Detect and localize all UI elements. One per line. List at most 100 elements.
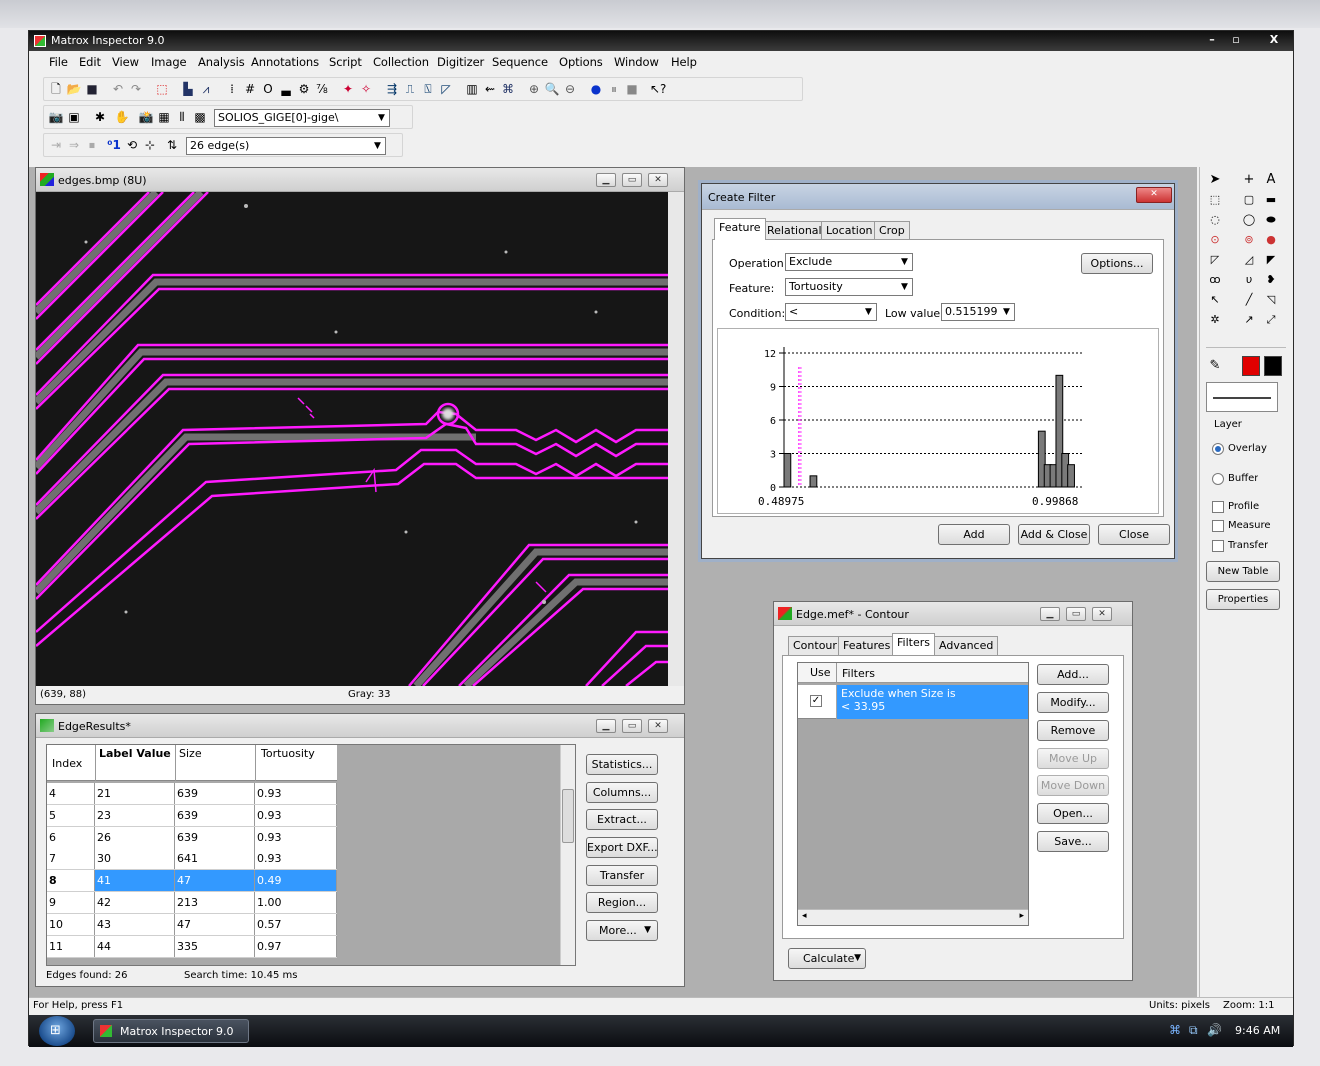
halt-icon[interactable]: ✋ [114, 110, 130, 125]
profile-icon[interactable]: ⩘ [198, 82, 214, 97]
more-button[interactable]: More... ▼ [586, 920, 658, 941]
freehand-select-icon[interactable]: ꝏ [1206, 271, 1224, 289]
export-dxf-button[interactable]: Export DXF... [586, 837, 658, 858]
table-row[interactable]: 4 21 639 0.93 [47, 783, 337, 805]
redo-icon[interactable]: ↷ [128, 82, 144, 97]
polyline-icon[interactable]: ◹ [1262, 291, 1280, 309]
scroll-right-icon[interactable]: ▸ [1019, 911, 1024, 921]
overlay-radio[interactable] [1212, 443, 1224, 455]
calibrate-icon[interactable]: ✧ [358, 82, 374, 97]
operation-select[interactable]: Exclude ▼ [785, 253, 913, 271]
line-icon[interactable]: ╱ [1240, 291, 1258, 309]
metrology-icon[interactable]: ⍂ [420, 82, 436, 97]
model-icon[interactable]: ⌘ [500, 82, 516, 97]
add-filter-button[interactable]: Add... [1037, 664, 1109, 685]
point-icon[interactable]: ✦ [340, 82, 356, 97]
extract-button[interactable]: Extract... [586, 809, 658, 830]
table-row[interactable]: 6 26 639 0.93 [47, 826, 337, 849]
table-row[interactable]: 11 44 335 0.97 [47, 935, 337, 958]
new-table-button[interactable]: New Table [1206, 561, 1280, 582]
menu-view[interactable]: View [112, 55, 139, 69]
filter-use-checkbox[interactable]: ✓ [810, 695, 822, 707]
col-filters[interactable]: Filters [840, 667, 875, 680]
menu-digitizer[interactable]: Digitizer [437, 55, 484, 69]
col-label-value[interactable]: Label Value [97, 747, 177, 760]
tab-advanced[interactable]: Advanced [934, 636, 999, 655]
edge-step-icon[interactable]: ⊹ [142, 138, 158, 153]
save-icon[interactable]: ■ [84, 82, 100, 97]
open-button[interactable]: Open... [1037, 803, 1109, 824]
ocr-icon[interactable]: ⅞ [314, 82, 330, 97]
new-file-icon[interactable]: 🗋 [48, 82, 64, 97]
connection-icon[interactable]: ⧉ [1189, 1023, 1198, 1038]
dialog-close-button[interactable]: Close [1098, 524, 1170, 545]
maximize-button[interactable]: ▭ [1066, 607, 1086, 621]
pause-icon[interactable]: ⏸ [606, 82, 622, 97]
crosshair-icon[interactable]: + [1240, 171, 1258, 189]
fixture-icon[interactable]: ◸ [438, 82, 454, 97]
tab-crop[interactable]: Crop [874, 221, 910, 240]
menu-edit[interactable]: Edit [79, 55, 101, 69]
point-icon[interactable]: ✲ [1206, 311, 1224, 329]
col-index[interactable]: Index [50, 757, 82, 770]
menu-sequence[interactable]: Sequence [492, 55, 548, 69]
ellipse-icon[interactable]: ◯ [1240, 211, 1258, 229]
pattern-icon[interactable]: ⚙ [296, 82, 312, 97]
grab-continuous-icon[interactable]: ✱ [92, 110, 108, 125]
scrollbar-thumb[interactable] [562, 789, 574, 843]
volume-icon[interactable]: 🔊 [1207, 1023, 1222, 1037]
step-next-icon[interactable]: ⇒ [66, 138, 82, 153]
background-color-swatch[interactable] [1264, 356, 1282, 376]
sort-icon[interactable]: ⇅ [164, 138, 180, 153]
menu-window[interactable]: Window [614, 55, 659, 69]
rect-select-icon[interactable]: ⬚ [1206, 191, 1224, 209]
profile-checkbox[interactable] [1212, 501, 1224, 513]
barcode-icon[interactable]: ▥ [464, 82, 480, 97]
digitizer-settings-icon[interactable]: ▩ [192, 110, 208, 125]
grid-icon[interactable]: # [242, 82, 258, 97]
threshold-icon[interactable]: ⁞ [224, 82, 240, 97]
statistics-button[interactable]: Statistics... [586, 754, 658, 775]
maximize-button[interactable]: ▭ [622, 719, 642, 733]
open-folder-icon[interactable]: 📂 [66, 82, 82, 97]
col-tortuosity[interactable]: Tortuosity [259, 747, 315, 760]
foreground-color-swatch[interactable] [1242, 356, 1260, 376]
low-value-select[interactable]: 0.515199 ▼ [941, 303, 1015, 321]
image-canvas[interactable] [36, 192, 668, 686]
pointer-icon[interactable]: ➤ [1206, 171, 1224, 189]
add-close-button[interactable]: Add & Close [1018, 524, 1090, 545]
undo-icon[interactable]: ↶ [110, 82, 126, 97]
close-button[interactable]: ✕ [1092, 607, 1112, 621]
menu-analysis[interactable]: Analysis [198, 55, 245, 69]
menu-script[interactable]: Script [329, 55, 362, 69]
start-button[interactable]: ⊞ [39, 1016, 75, 1046]
ellipse-filled-icon[interactable]: ⬬ [1262, 211, 1280, 229]
camera-icon[interactable]: 📷 [48, 110, 64, 125]
remove-button[interactable]: Remove [1037, 720, 1109, 741]
select-rect-icon[interactable]: ⬚ [154, 82, 170, 97]
snap-icon[interactable]: 📸 [138, 110, 154, 125]
restore-button[interactable]: ▫ [1225, 33, 1247, 48]
zoom-icon[interactable]: 🔍 [544, 82, 560, 97]
string-icon[interactable]: ⇜ [482, 82, 498, 97]
circle-select-icon[interactable]: ⊙ [1206, 231, 1224, 249]
menu-options[interactable]: Options [559, 55, 603, 69]
adjust-icon[interactable]: ⫴ [174, 110, 190, 125]
circle-filled-icon[interactable]: ● [1262, 231, 1280, 249]
sequence-grab-icon[interactable]: ▦ [156, 110, 172, 125]
calculate-button[interactable]: Calculate ▼ [788, 948, 866, 969]
table-row[interactable]: 5 23 639 0.93 [47, 804, 337, 827]
step-stop-icon[interactable]: ⏹ [84, 138, 100, 153]
properties-button[interactable]: Properties [1206, 589, 1280, 610]
freehand-icon[interactable]: υ [1240, 271, 1258, 289]
condition-select[interactable]: < ▼ [785, 303, 877, 321]
table-row[interactable]: 10 43 47 0.57 [47, 913, 337, 936]
menu-image[interactable]: Image [151, 55, 187, 69]
minimize-button[interactable]: – [1201, 33, 1223, 48]
table-row[interactable]: 7 30 641 0.93 [47, 848, 337, 871]
col-use[interactable]: Use [808, 666, 831, 679]
edge-count-icon[interactable]: ⁰1 [106, 138, 122, 153]
close-button[interactable]: ✕ [648, 173, 668, 187]
poly-select-icon[interactable]: ◌ [1206, 211, 1224, 229]
tab-features[interactable]: Features [838, 636, 896, 655]
